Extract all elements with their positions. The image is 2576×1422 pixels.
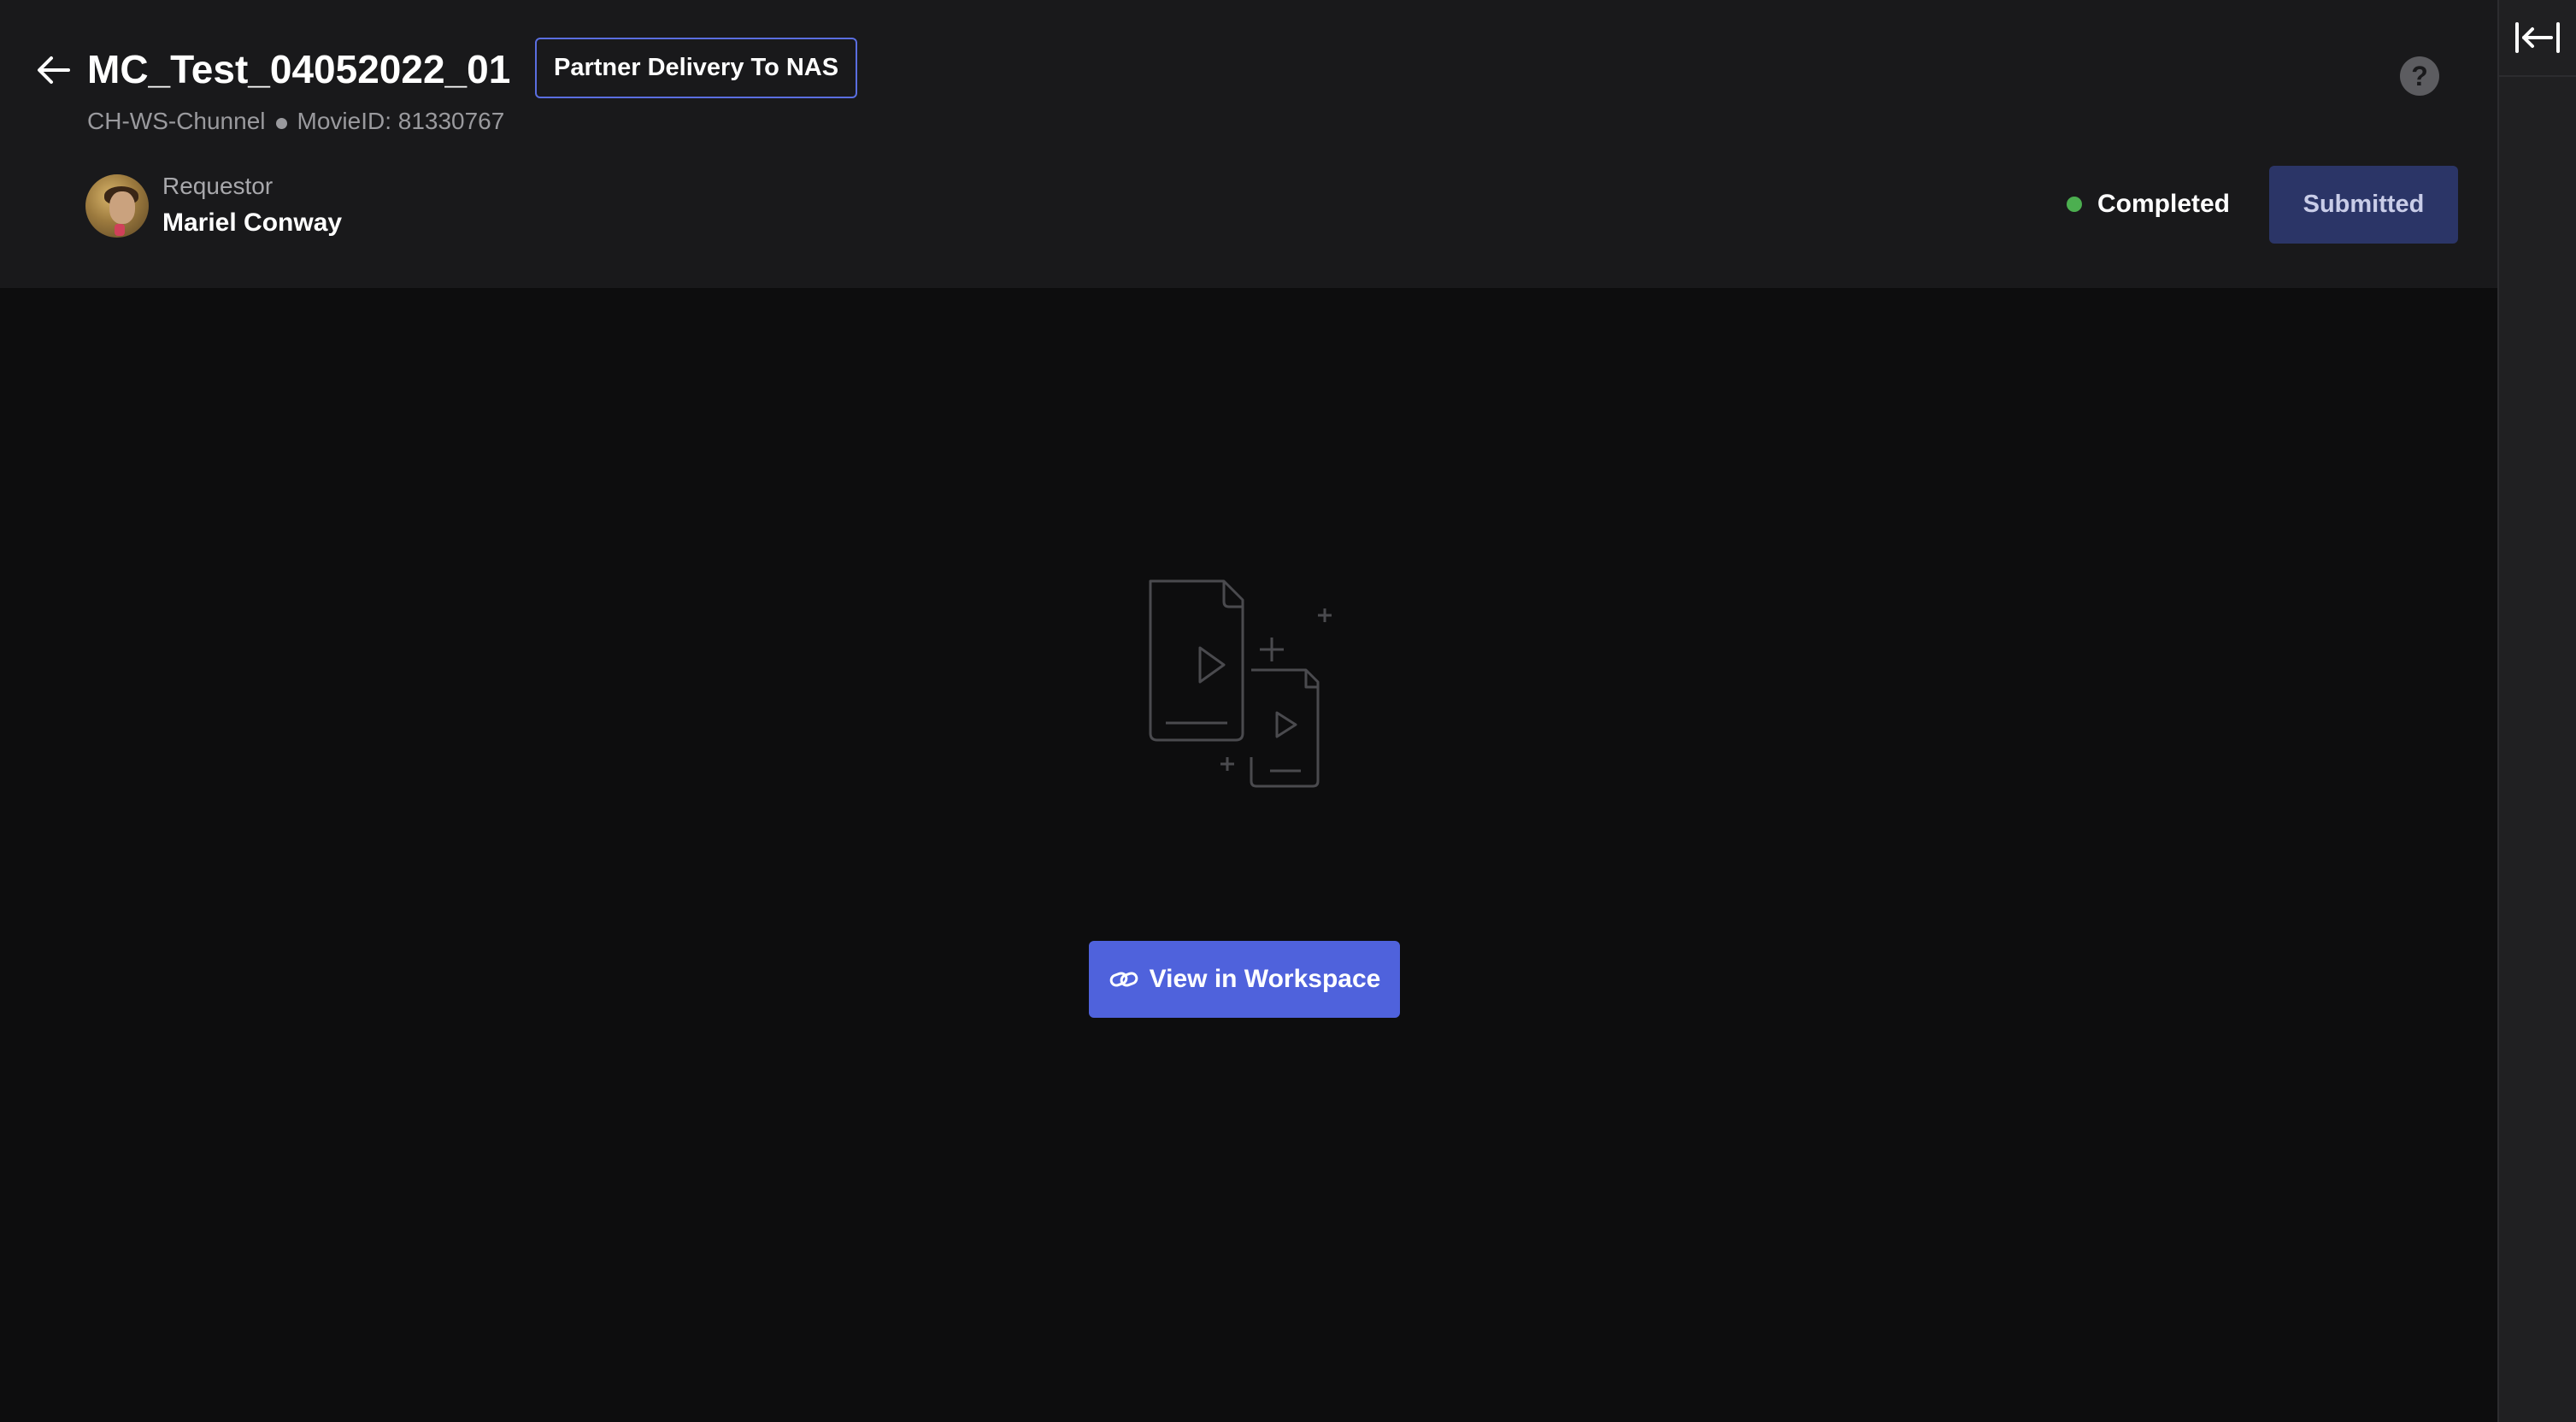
video-files-illustration-icon: [1149, 579, 1332, 788]
arrow-left-icon: [38, 56, 70, 84]
app-root: MC_Test_04052022_01 Partner Delivery To …: [0, 0, 2576, 1422]
right-side-rail: [2497, 0, 2576, 1422]
collapse-panel-icon: [2515, 22, 2560, 53]
separator-dot: [275, 117, 287, 129]
question-circle-icon: ?: [2411, 60, 2428, 91]
workflow-type-badge: Partner Delivery To NAS: [535, 38, 858, 98]
collapse-panel-button[interactable]: [2499, 0, 2576, 77]
channel-label: CH-WS-Chunnel: [87, 108, 266, 134]
movie-id-label: MovieID: 81330767: [297, 108, 505, 134]
status-label: Completed: [2097, 190, 2231, 218]
link-icon: [1109, 969, 1139, 990]
view-in-workspace-label: View in Workspace: [1149, 965, 1381, 993]
help-button[interactable]: ?: [2400, 56, 2439, 96]
view-in-workspace-button[interactable]: View in Workspace: [1089, 941, 1400, 1018]
back-button[interactable]: [31, 48, 75, 92]
request-subline: CH-WS-Chunnel MovieID: 81330767: [87, 108, 504, 135]
requestor-label: Requestor: [162, 173, 273, 199]
request-header: MC_Test_04052022_01 Partner Delivery To …: [0, 0, 2497, 288]
page-title: MC_Test_04052022_01: [87, 47, 511, 91]
submitted-button[interactable]: Submitted: [2269, 166, 2458, 244]
requestor-avatar: [85, 174, 149, 238]
status-indicator: Completed: [2067, 190, 2230, 219]
requestor-name: Mariel Conway: [162, 209, 343, 237]
status-dot-icon: [2067, 197, 2082, 212]
